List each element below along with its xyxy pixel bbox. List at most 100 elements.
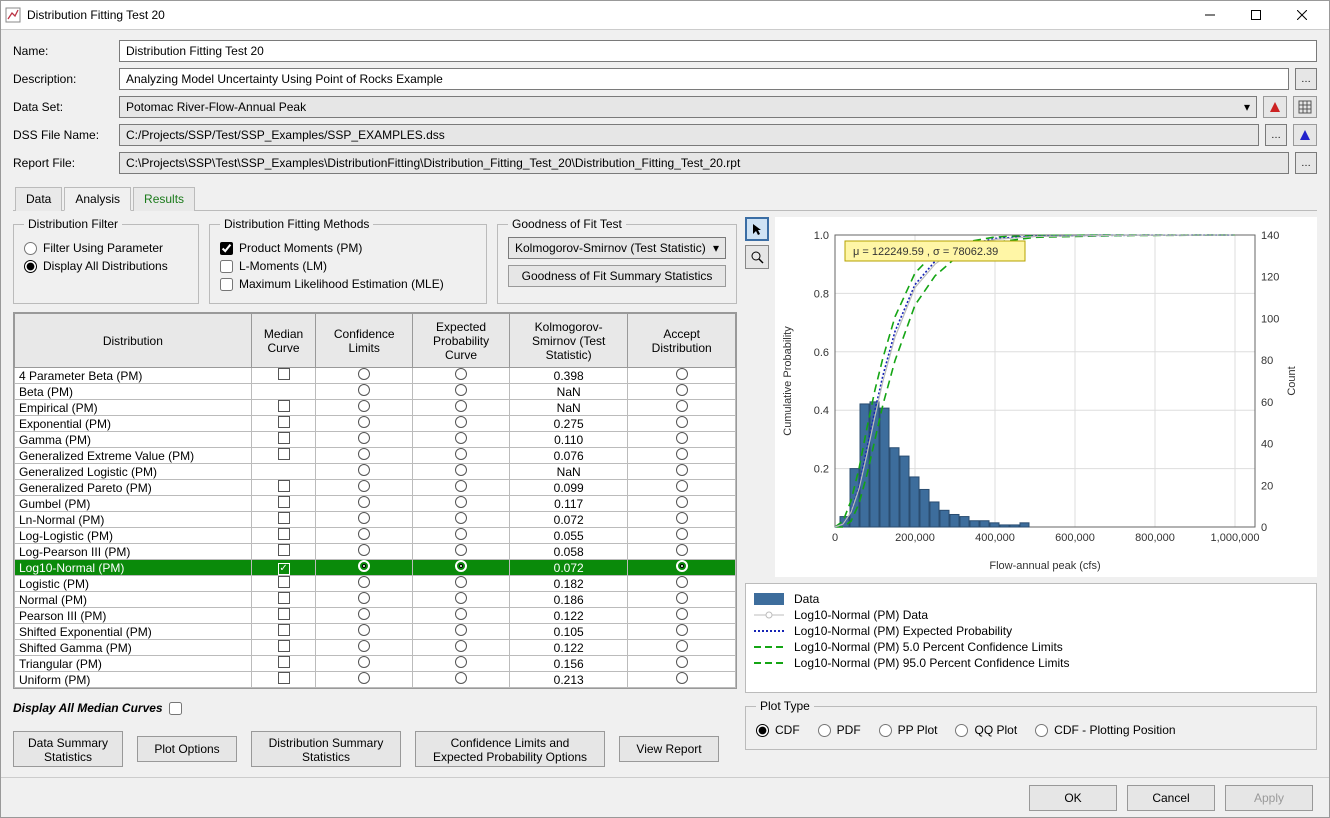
table-row[interactable]: Log-Logistic (PM)0.055 (15, 528, 736, 544)
svg-text:0.8: 0.8 (814, 288, 829, 300)
svg-text:1.0: 1.0 (814, 230, 829, 242)
svg-text:60: 60 (1261, 397, 1273, 409)
dss-browse-button[interactable]: … (1265, 124, 1287, 146)
window-maximize-button[interactable] (1233, 1, 1279, 29)
report-browse-button[interactable]: … (1295, 152, 1317, 174)
table-row[interactable]: Empirical (PM)NaN (15, 400, 736, 416)
table-row[interactable]: Triangular (PM)0.156 (15, 656, 736, 672)
gof-select[interactable]: Kolmogorov-Smirnov (Test Statistic) ▾ (508, 237, 726, 259)
dss-label: DSS File Name: (13, 128, 113, 142)
svg-text:Count: Count (1286, 366, 1298, 395)
dataset-label: Data Set: (13, 100, 113, 114)
tab-data[interactable]: Data (15, 187, 62, 211)
dist-summary-button[interactable]: Distribution Summary Statistics (251, 731, 401, 767)
dataset-select[interactable]: Potomac River-Flow-Annual Peak ▾ (119, 96, 1257, 118)
svg-text:Flow-annual peak (cfs): Flow-annual peak (cfs) (989, 560, 1100, 572)
th-ks: Kolmogorov-Smirnov (Test Statistic) (509, 314, 627, 368)
svg-text:140: 140 (1261, 230, 1279, 242)
ok-button[interactable]: OK (1029, 785, 1117, 811)
table-row[interactable]: Pearson III (PM)0.122 (15, 608, 736, 624)
svg-text:0: 0 (832, 532, 838, 544)
plot-type-qq-plot-radio[interactable]: QQ Plot (955, 723, 1017, 737)
table-row[interactable]: Log10-Normal (PM)0.072 (15, 560, 736, 576)
plot-type-cdf-plotting-position-radio[interactable]: CDF - Plotting Position (1035, 723, 1175, 737)
zoom-tool[interactable] (745, 245, 769, 269)
plot-options-button[interactable]: Plot Options (137, 736, 237, 762)
distribution-table[interactable]: Distribution Median Curve Confidence Lim… (13, 312, 737, 689)
th-exp: Expected Probability Curve (413, 314, 510, 368)
window-title: Distribution Fitting Test 20 (27, 8, 1187, 22)
data-summary-button[interactable]: Data Summary Statistics (13, 731, 123, 767)
chart-area[interactable]: 0200,000400,000600,000800,0001,000,0000.… (775, 217, 1317, 577)
dialog-footer: OK Cancel Apply (1, 777, 1329, 817)
description-input[interactable] (119, 68, 1289, 90)
th-distribution: Distribution (15, 314, 252, 368)
table-row[interactable]: Ln-Normal (PM)0.072 (15, 512, 736, 528)
description-more-button[interactable]: … (1295, 68, 1317, 90)
tab-results[interactable]: Results (133, 187, 195, 211)
lm-checkbox[interactable]: L-Moments (LM) (220, 259, 476, 273)
plot-type-cdf-radio[interactable]: CDF (756, 723, 800, 737)
display-all-median-curves-checkbox[interactable]: Display All Median Curves (13, 697, 737, 719)
gof-summary-button[interactable]: Goodness of Fit Summary Statistics (508, 265, 726, 287)
th-median: Median Curve (251, 314, 316, 368)
table-row[interactable]: Shifted Exponential (PM)0.105 (15, 624, 736, 640)
pm-checkbox[interactable]: Product Moments (PM) (220, 241, 476, 255)
table-row[interactable]: Beta (PM)NaN (15, 384, 736, 400)
window-close-button[interactable] (1279, 1, 1325, 29)
mle-checkbox[interactable]: Maximum Likelihood Estimation (MLE) (220, 277, 476, 291)
description-label: Description: (13, 72, 113, 86)
pointer-icon (750, 222, 764, 236)
table-row[interactable]: Exponential (PM)0.275 (15, 416, 736, 432)
filter-using-parameter-radio[interactable]: Filter Using Parameter (24, 241, 188, 255)
table-row[interactable]: Gamma (PM)0.110 (15, 432, 736, 448)
svg-text:μ = 122249.59 , σ = 78062.39: μ = 122249.59 , σ = 78062.39 (853, 246, 998, 258)
goodness-of-fit-fieldset: Goodness of Fit Test Kolmogorov-Smirnov … (497, 217, 737, 304)
dataset-value: Potomac River-Flow-Annual Peak (126, 100, 306, 114)
chevron-down-icon: ▾ (713, 241, 719, 255)
apply-button[interactable]: Apply (1225, 785, 1313, 811)
plot-type-pp-plot-radio[interactable]: PP Plot (879, 723, 938, 737)
tab-analysis[interactable]: Analysis (64, 187, 131, 211)
table-row[interactable]: Logistic (PM)0.182 (15, 576, 736, 592)
app-icon (5, 7, 21, 23)
svg-text:100: 100 (1261, 313, 1279, 325)
legend-item: Data (754, 592, 1308, 606)
name-input[interactable] (119, 40, 1317, 62)
table-row[interactable]: Log-Pearson III (PM)0.058 (15, 544, 736, 560)
dss-input[interactable] (119, 124, 1259, 146)
plot-icon-button[interactable] (1263, 96, 1287, 118)
svg-text:800,000: 800,000 (1135, 532, 1175, 544)
table-row[interactable]: Generalized Pareto (PM)0.099 (15, 480, 736, 496)
table-row[interactable]: 4 Parameter Beta (PM)0.398 (15, 368, 736, 384)
conf-options-button[interactable]: Confidence Limits and Expected Probabili… (415, 731, 605, 767)
goodness-of-fit-legend: Goodness of Fit Test (508, 217, 626, 231)
pointer-tool[interactable] (745, 217, 769, 241)
svg-text:80: 80 (1261, 355, 1273, 367)
table-row[interactable]: Uniform (PM)0.213 (15, 672, 736, 688)
distribution-filter-legend: Distribution Filter (24, 217, 122, 231)
display-all-distributions-radio[interactable]: Display All Distributions (24, 259, 188, 273)
distribution-filter-fieldset: Distribution Filter Filter Using Paramet… (13, 217, 199, 304)
legend-item: Log10-Normal (PM) Expected Probability (754, 624, 1308, 638)
table-icon-button[interactable] (1293, 96, 1317, 118)
table-row[interactable]: Generalized Extreme Value (PM)0.076 (15, 448, 736, 464)
svg-text:20: 20 (1261, 480, 1273, 492)
table-row[interactable]: Gumbel (PM)0.117 (15, 496, 736, 512)
report-label: Report File: (13, 156, 113, 170)
table-row[interactable]: Generalized Logistic (PM)NaN (15, 464, 736, 480)
main-tabs: Data Analysis Results (13, 186, 1317, 211)
table-row[interactable]: Shifted Gamma (PM)0.122 (15, 640, 736, 656)
window-minimize-button[interactable] (1187, 1, 1233, 29)
plot-type-pdf-radio[interactable]: PDF (818, 723, 861, 737)
report-input[interactable] (119, 152, 1289, 174)
cancel-button[interactable]: Cancel (1127, 785, 1215, 811)
svg-text:400,000: 400,000 (975, 532, 1015, 544)
dss-plot-icon-button[interactable] (1293, 124, 1317, 146)
app-window: Distribution Fitting Test 20 Name: Descr… (0, 0, 1330, 818)
minimize-icon (1205, 10, 1215, 20)
view-report-button[interactable]: View Report (619, 736, 719, 762)
table-row[interactable]: Normal (PM)0.186 (15, 592, 736, 608)
svg-text:600,000: 600,000 (1055, 532, 1095, 544)
chart-legend: DataLog10-Normal (PM) DataLog10-Normal (… (745, 583, 1317, 693)
